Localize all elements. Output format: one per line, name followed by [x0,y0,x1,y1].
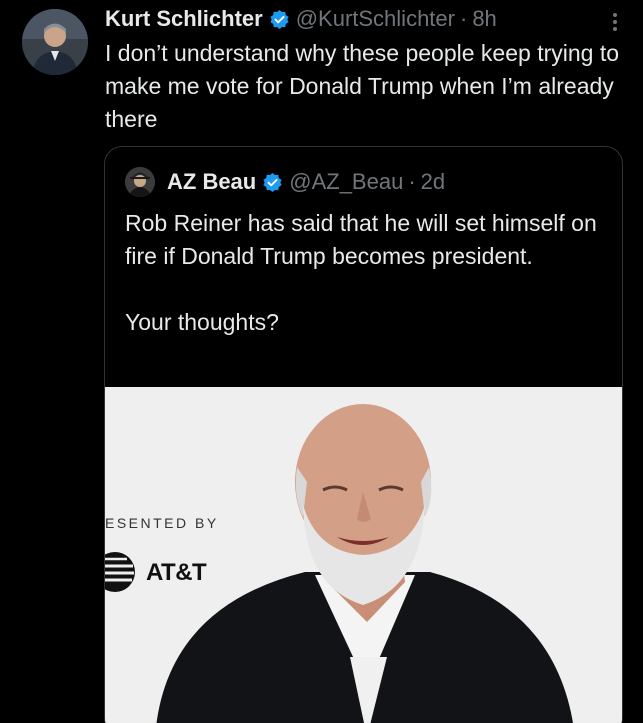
quoted-tweet-time[interactable]: 2d [421,169,445,195]
author-name[interactable]: Kurt Schlichter [105,6,263,32]
tweet-time[interactable]: 8h [472,6,496,32]
separator-dot: · [408,169,416,194]
quoted-author-avatar [125,167,155,197]
quoted-tweet-header: AZ Beau @AZ_Beau · 2d [125,167,445,197]
quoted-paragraph: Rob Reiner has said that he will set him… [125,210,597,269]
separator-dot: · [459,6,468,31]
sponsor-text: AT&T [146,559,207,586]
author-avatar[interactable] [22,9,88,75]
quoted-tweet-image[interactable]: ESENTED BY AT&T [105,387,622,723]
quoted-tweet[interactable]: AZ Beau @AZ_Beau · 2d Rob Reiner has sai… [104,146,623,723]
verified-badge-icon [269,9,290,30]
backdrop-text: ESENTED BY [105,515,219,531]
quoted-author-handle[interactable]: @AZ_Beau [289,169,403,195]
quoted-paragraph: Your thoughts? [125,309,279,335]
tweet-text: I don’t understand why these people keep… [105,40,620,132]
tweet-header: Kurt Schlichter @KurtSchlichter · 8h [105,4,603,34]
quoted-tweet-text: Rob Reiner has said that he will set him… [125,207,605,339]
author-handle[interactable]: @KurtSchlichter [296,6,455,32]
att-globe-icon [105,552,135,592]
quoted-author-name[interactable]: AZ Beau [167,169,256,195]
verified-badge-icon [262,172,283,193]
more-options-icon[interactable] [605,9,625,35]
